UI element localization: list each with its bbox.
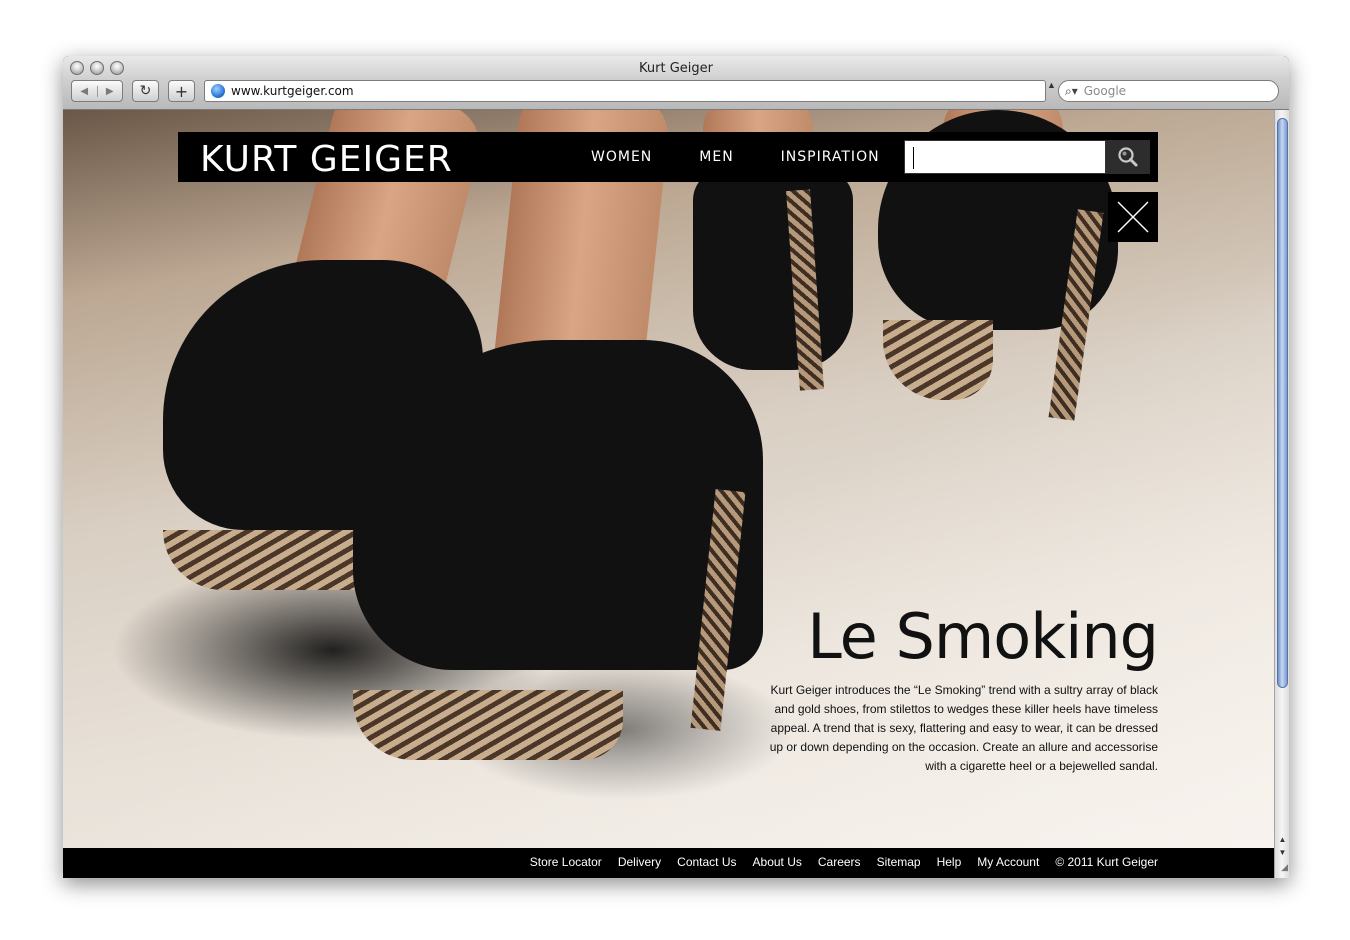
back-forward-buttons: ◀ ▶ <box>71 80 123 102</box>
browser-search-placeholder: Google <box>1083 84 1127 98</box>
footer-link-careers[interactable]: Careers <box>818 855 861 869</box>
site-logo[interactable]: KURT GEIGER <box>200 139 453 180</box>
globe-icon <box>211 84 225 98</box>
nav-inspiration[interactable]: INSPIRATION <box>781 149 880 165</box>
photo-shoe-platform <box>353 690 623 760</box>
footer-link-about-us[interactable]: About Us <box>753 855 802 869</box>
footer-link-store-locator[interactable]: Store Locator <box>530 855 602 869</box>
search-button[interactable] <box>1106 140 1150 174</box>
scroll-up-arrow-icon[interactable]: ▲ <box>1275 834 1289 846</box>
scroll-down-arrow-icon[interactable]: ▼ <box>1275 847 1289 859</box>
resize-grip-icon[interactable]: ◢ <box>1275 862 1289 878</box>
browser-toolbar: Kurt Geiger ◀ ▶ ↻ + www.kurtgeiger.com ▲… <box>63 56 1289 110</box>
close-overlay-button[interactable] <box>1108 192 1158 242</box>
url-text: www.kurtgeiger.com <box>231 84 354 98</box>
photo-shoe <box>693 170 853 370</box>
site-search-input[interactable] <box>904 140 1106 174</box>
text-cursor <box>913 147 914 169</box>
address-bar[interactable]: www.kurtgeiger.com <box>204 80 1046 102</box>
footer-link-my-account[interactable]: My Account <box>977 855 1039 869</box>
search-icon: ⌕▾ <box>1065 83 1078 98</box>
magnifier-icon <box>1118 147 1138 167</box>
footer-link-help[interactable]: Help <box>937 855 962 869</box>
window-title: Kurt Geiger <box>639 61 713 76</box>
back-button[interactable]: ◀ <box>72 86 97 97</box>
site-footer: Store Locator Delivery Contact Us About … <box>63 848 1274 878</box>
hero-description: Kurt Geiger introduces the “Le Smoking” … <box>769 683 1158 773</box>
reload-button[interactable]: ↻ <box>132 80 159 102</box>
photo-shoe-platform <box>883 320 993 400</box>
site-header: KURT GEIGER WOMEN MEN INSPIRATION <box>178 132 1158 182</box>
add-bookmark-button[interactable]: + <box>168 80 195 102</box>
nav-women[interactable]: WOMEN <box>591 149 652 165</box>
nav-men[interactable]: MEN <box>699 149 733 165</box>
vertical-scrollbar[interactable]: ▲ ▼ ◢ <box>1274 110 1289 878</box>
main-nav: WOMEN MEN INSPIRATION <box>591 149 880 165</box>
footer-copyright: © 2011 Kurt Geiger <box>1055 855 1158 869</box>
close-x-icon <box>1117 201 1149 233</box>
footer-link-contact-us[interactable]: Contact Us <box>677 855 736 869</box>
forward-button[interactable]: ▶ <box>96 85 123 97</box>
chevron-up-icon[interactable]: ▲ <box>1047 80 1056 90</box>
hero-image: KURT GEIGER WOMEN MEN INSPIRATION Le Smo… <box>63 110 1274 848</box>
browser-window: Kurt Geiger ◀ ▶ ↻ + www.kurtgeiger.com ▲… <box>63 56 1289 878</box>
scrollbar-thumb[interactable] <box>1277 118 1288 688</box>
footer-link-delivery[interactable]: Delivery <box>618 855 661 869</box>
footer-link-sitemap[interactable]: Sitemap <box>877 855 921 869</box>
hero-headline: Le Smoking <box>807 600 1159 673</box>
browser-search-field[interactable]: ⌕▾ Google <box>1058 80 1279 102</box>
footer-links: Store Locator Delivery Contact Us About … <box>530 855 1158 869</box>
